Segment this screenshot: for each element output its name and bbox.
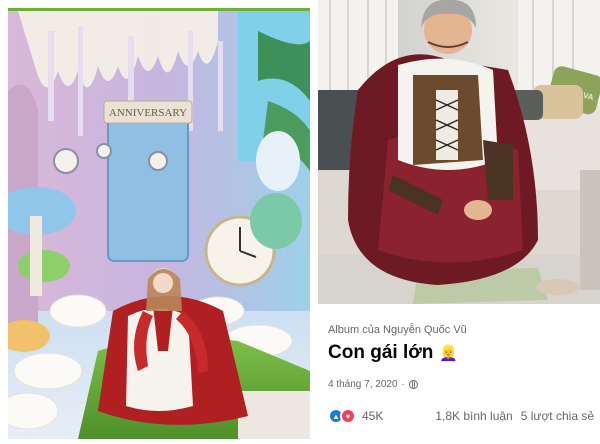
post-title-text: Con gái lớn — [328, 342, 434, 363]
reaction-count[interactable]: 45K — [362, 409, 383, 423]
post-info: Album của Nguyễn Quốc Vũ Con gái lớn 👱‍♀… — [318, 304, 600, 444]
photo-girl-red-dress-image: ANNIVERSARY — [8, 11, 310, 439]
love-icon: ♥ — [340, 408, 356, 424]
post-date-line: 4 tháng 7, 2020 · — [328, 379, 418, 390]
photo-man-costume-image: MELVA — [318, 0, 600, 304]
reaction-icons[interactable]: ▲ ♥ — [328, 408, 356, 424]
blonde-woman-emoji-icon: 👱‍♀️ — [439, 345, 459, 362]
left-photo-panel: ANNIVERSARY — [0, 0, 312, 444]
photo-girl-red-dress[interactable]: ANNIVERSARY — [8, 8, 310, 439]
shares-count[interactable]: 5 lượt chia sẻ — [521, 409, 594, 423]
album-attribution[interactable]: Album của Nguyễn Quốc Vũ — [328, 324, 467, 336]
reactions-bar: ▲ ♥ 45K 1,8K bình luận 5 lượt chia sẻ — [328, 404, 594, 428]
anniversary-sign-text: ANNIVERSARY — [109, 107, 187, 119]
post-date[interactable]: 4 tháng 7, 2020 — [328, 379, 398, 390]
photo-man-costume[interactable]: MELVA — [318, 0, 600, 304]
comments-count[interactable]: 1,8K bình luận — [435, 409, 512, 423]
right-post-panel: MELVA — [318, 0, 600, 444]
globe-icon[interactable] — [408, 380, 418, 389]
post-title: Con gái lớn 👱‍♀️ — [328, 342, 458, 364]
